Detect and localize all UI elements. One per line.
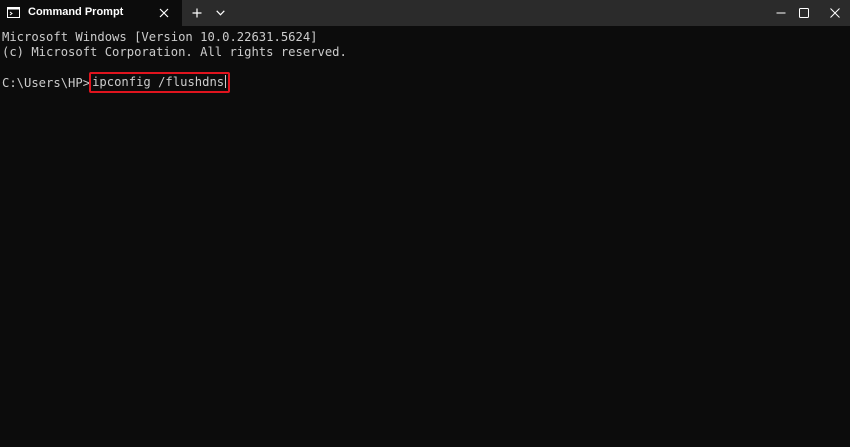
- title-bar[interactable]: Command Prompt: [0, 0, 850, 26]
- copyright-line: (c) Microsoft Corporation. All rights re…: [2, 45, 347, 59]
- profile-dropdown-button[interactable]: [212, 5, 228, 21]
- plus-icon: [192, 8, 202, 18]
- text-cursor: [225, 75, 227, 88]
- prompt-path: C:\Users\HP>: [2, 76, 91, 90]
- tab-title: Command Prompt: [28, 6, 124, 18]
- tab-command-prompt[interactable]: Command Prompt: [0, 0, 182, 26]
- close-button[interactable]: [812, 0, 850, 26]
- tab-close-button[interactable]: [156, 5, 172, 21]
- command-line[interactable]: C:\Users\HP> ipconfig /flushdns: [2, 72, 231, 94]
- maximize-icon: [799, 8, 809, 18]
- chevron-down-icon: [215, 10, 225, 16]
- command-highlight-box: ipconfig /flushdns: [89, 72, 231, 93]
- version-line: Microsoft Windows [Version 10.0.22631.56…: [2, 30, 318, 44]
- terminal-output[interactable]: Microsoft Windows [Version 10.0.22631.56…: [0, 26, 850, 447]
- terminal-icon: [7, 7, 20, 18]
- close-icon: [159, 8, 169, 18]
- command-text: ipconfig /flushdns: [92, 75, 225, 89]
- command-prompt-window: Command Prompt Microsoft Windows [Versio…: [0, 0, 850, 447]
- close-icon: [830, 8, 840, 18]
- new-tab-button[interactable]: [189, 5, 205, 21]
